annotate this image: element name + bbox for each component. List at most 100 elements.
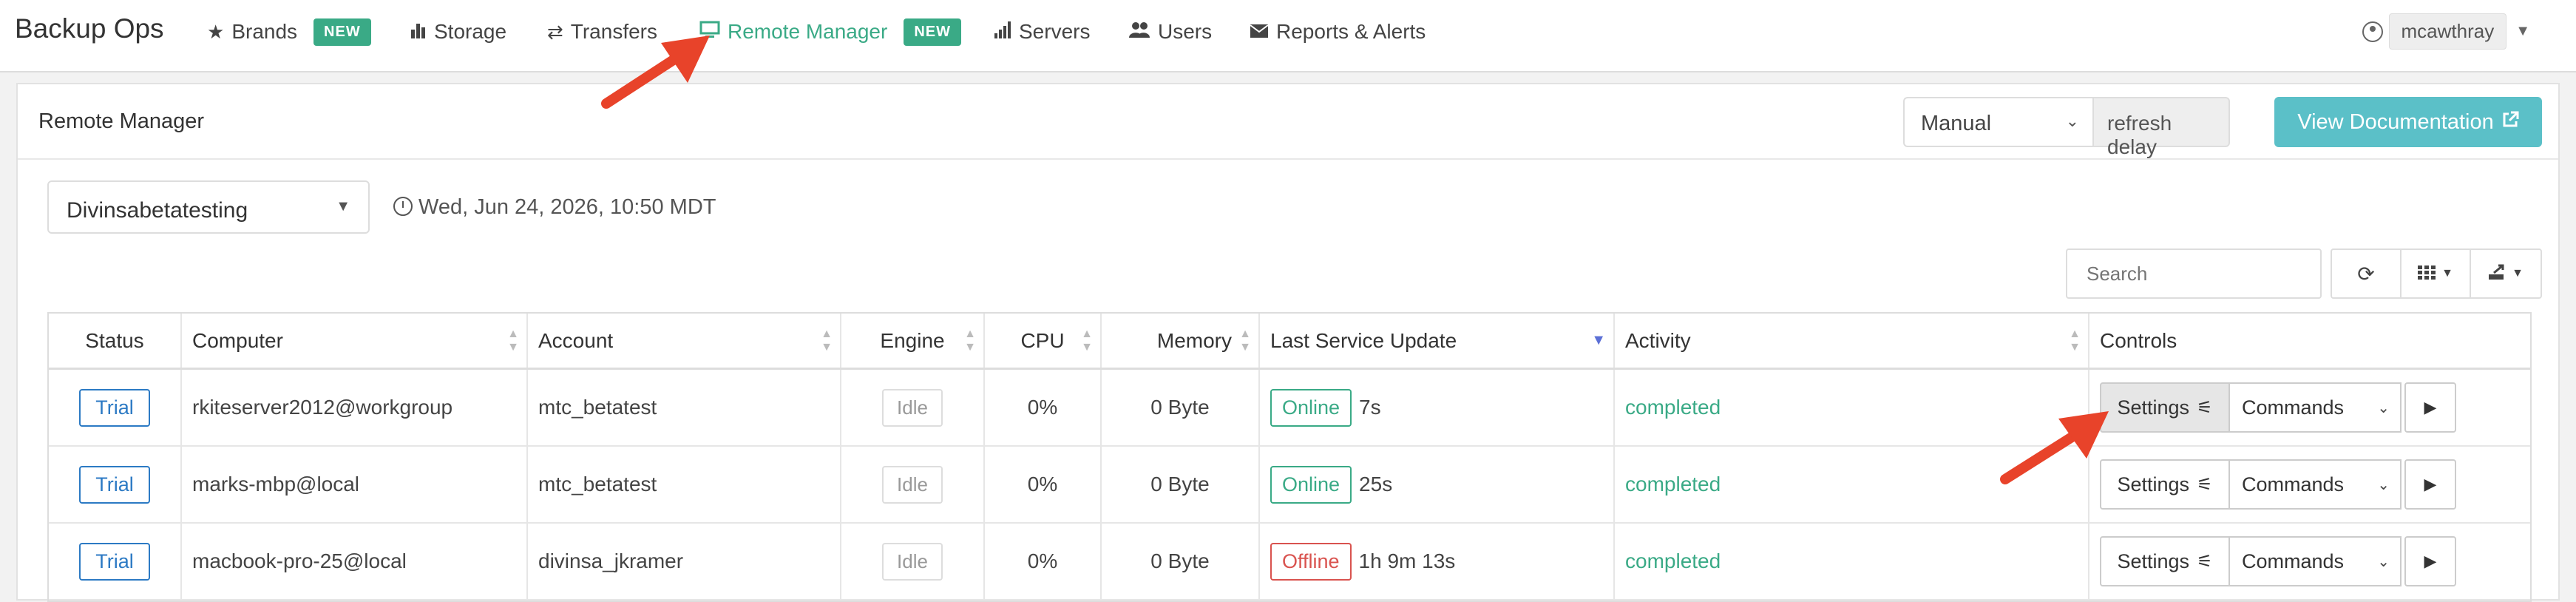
nav-servers[interactable]: Servers xyxy=(994,16,1090,47)
chevron-down-icon[interactable]: ▼ xyxy=(2515,23,2530,40)
view-documentation-label: View Documentation xyxy=(2297,109,2494,134)
export-icon xyxy=(2488,262,2507,285)
chevron-down-icon: ⌄ xyxy=(2377,476,2390,493)
company-select[interactable]: Divinsabetatesting ▼ xyxy=(47,180,370,234)
transfer-arrows-icon: ⇄ xyxy=(547,20,563,43)
nav-storage-label: Storage xyxy=(434,20,507,43)
activity-status: completed xyxy=(1615,524,2089,599)
engine-badge: Idle xyxy=(882,465,943,504)
clock-icon xyxy=(393,197,413,216)
settings-button[interactable]: Settings ⚟ xyxy=(2100,382,2230,433)
nav-remote-manager[interactable]: Remote Manager NEW xyxy=(699,16,962,47)
view-documentation-button[interactable]: View Documentation xyxy=(2274,97,2542,147)
column-last-service-update[interactable]: Last Service Update ▼ xyxy=(1260,314,1615,368)
memory-value: 0 Byte xyxy=(1102,447,1260,522)
app-brand[interactable]: Backup Ops xyxy=(15,13,164,44)
external-link-icon xyxy=(2501,111,2519,134)
users-icon xyxy=(1128,21,1150,44)
company-value: Divinsabetatesting xyxy=(67,198,248,223)
run-command-button[interactable]: ▶ xyxy=(2404,459,2456,510)
computer-name[interactable]: rkiteserver2012@workgroup xyxy=(182,370,528,445)
sort-icon: ▲ ▼ xyxy=(2069,327,2081,354)
run-command-button[interactable]: ▶ xyxy=(2404,382,2456,433)
commands-select[interactable]: Commands ⌄ xyxy=(2230,382,2402,433)
column-account[interactable]: Account ▲ ▼ xyxy=(528,314,841,368)
chevron-down-icon: ⌄ xyxy=(2377,553,2390,570)
memory-value: 0 Byte xyxy=(1102,370,1260,445)
caret-down-icon: ▼ xyxy=(2512,267,2524,280)
nav-users-label: Users xyxy=(1158,20,1213,43)
refresh-delay-addon: refresh delay xyxy=(2092,97,2230,158)
table-row: Trial macbook-pro-25@local divinsa_jkram… xyxy=(49,524,2530,601)
refresh-mode-select[interactable]: Manual ⌄ xyxy=(1903,97,2092,147)
refresh-delay-group: Manual ⌄ refresh delay xyxy=(1903,97,2230,158)
play-icon: ▶ xyxy=(2424,398,2437,416)
search-input[interactable] xyxy=(2066,248,2322,299)
play-icon: ▶ xyxy=(2424,552,2437,570)
row-controls: Settings ⚟ Commands ⌄ ▶ xyxy=(2100,459,2456,510)
current-datetime: Wed, Jun 24, 2026, 10:50 MDT xyxy=(393,195,716,220)
page-title: Remote Manager xyxy=(38,109,205,133)
nav-storage[interactable]: Storage xyxy=(410,16,506,47)
nav-brands[interactable]: ★ Brands NEW xyxy=(207,16,371,47)
service-time: 1h 9m 13s xyxy=(1358,549,1456,572)
caret-down-icon: ▼ xyxy=(336,198,350,214)
remote-manager-panel: Remote Manager Manual ⌄ refresh delay Vi… xyxy=(16,83,2560,602)
columns-toggle-button[interactable]: ▼ xyxy=(2400,248,2471,299)
star-icon: ★ xyxy=(207,20,225,43)
refresh-button[interactable]: ⟳ xyxy=(2331,248,2402,299)
sort-desc-icon: ▼ xyxy=(1591,332,1606,348)
column-computer[interactable]: Computer ▲ ▼ xyxy=(182,314,528,368)
sliders-icon: ⚟ xyxy=(2197,551,2213,572)
cpu-value: 0% xyxy=(985,524,1102,599)
status-badge[interactable]: Trial xyxy=(79,465,150,504)
nav-reports-alerts[interactable]: Reports & Alerts xyxy=(1250,16,1426,47)
username[interactable]: mcawthray xyxy=(2388,13,2507,50)
column-status[interactable]: Status xyxy=(49,314,182,368)
service-status-badge: Online xyxy=(1270,388,1352,427)
column-cpu[interactable]: CPU ▲ ▼ xyxy=(985,314,1102,368)
computer-name[interactable]: macbook-pro-25@local xyxy=(182,524,528,599)
sort-icon: ▲ ▼ xyxy=(821,327,833,354)
run-command-button[interactable]: ▶ xyxy=(2404,536,2456,586)
nav-remote-manager-label: Remote Manager xyxy=(728,20,888,43)
column-activity[interactable]: Activity ▲ ▼ xyxy=(1615,314,2089,368)
settings-button[interactable]: Settings ⚟ xyxy=(2100,459,2230,510)
table-row: Trial marks-mbp@local mtc_betatest Idle … xyxy=(49,447,2530,524)
service-time: 25s xyxy=(1359,473,1393,496)
export-button[interactable]: ▼ xyxy=(2470,248,2542,299)
service-status-badge: Offline xyxy=(1270,542,1352,581)
nav-brands-label: Brands xyxy=(231,20,298,43)
account-name: mtc_betatest xyxy=(528,370,841,445)
engine-badge: Idle xyxy=(882,542,943,581)
service-status-badge: Online xyxy=(1270,465,1352,504)
column-engine[interactable]: Engine ▲ ▼ xyxy=(841,314,985,368)
new-badge: NEW xyxy=(904,18,962,46)
table-header: Status Computer ▲ ▼ Account ▲ ▼ Engine ▲ ▼ CPU… xyxy=(49,314,2530,370)
envelope-icon xyxy=(1250,21,1269,44)
user-icon xyxy=(2362,21,2383,42)
commands-select[interactable]: Commands ⌄ xyxy=(2230,459,2402,510)
computers-table: Status Computer ▲ ▼ Account ▲ ▼ Engine ▲ ▼ CPU… xyxy=(47,312,2532,602)
sort-icon: ▲ ▼ xyxy=(507,327,519,354)
computer-name[interactable]: marks-mbp@local xyxy=(182,447,528,522)
play-icon: ▶ xyxy=(2424,475,2437,493)
row-controls: Settings ⚟ Commands ⌄ ▶ xyxy=(2100,536,2456,586)
user-menu[interactable]: mcawthray ▼ xyxy=(2362,13,2530,50)
account-name: divinsa_jkramer xyxy=(528,524,841,599)
settings-button[interactable]: Settings ⚟ xyxy=(2100,536,2230,586)
status-badge[interactable]: Trial xyxy=(79,388,150,427)
new-badge: NEW xyxy=(313,18,371,46)
table-row: Trial rkiteserver2012@workgroup mtc_beta… xyxy=(49,370,2530,447)
engine-badge: Idle xyxy=(882,388,943,427)
nav-servers-label: Servers xyxy=(1019,20,1091,43)
column-memory[interactable]: Memory ▲ ▼ xyxy=(1102,314,1260,368)
commands-select[interactable]: Commands ⌄ xyxy=(2230,536,2402,586)
row-controls: Settings ⚟ Commands ⌄ ▶ xyxy=(2100,382,2456,433)
caret-down-icon: ▼ xyxy=(2441,267,2453,280)
sort-icon: ▲ ▼ xyxy=(964,327,976,354)
nav-users[interactable]: Users xyxy=(1128,16,1212,47)
cpu-value: 0% xyxy=(985,447,1102,522)
signal-bars-icon xyxy=(994,21,1011,44)
status-badge[interactable]: Trial xyxy=(79,542,150,581)
